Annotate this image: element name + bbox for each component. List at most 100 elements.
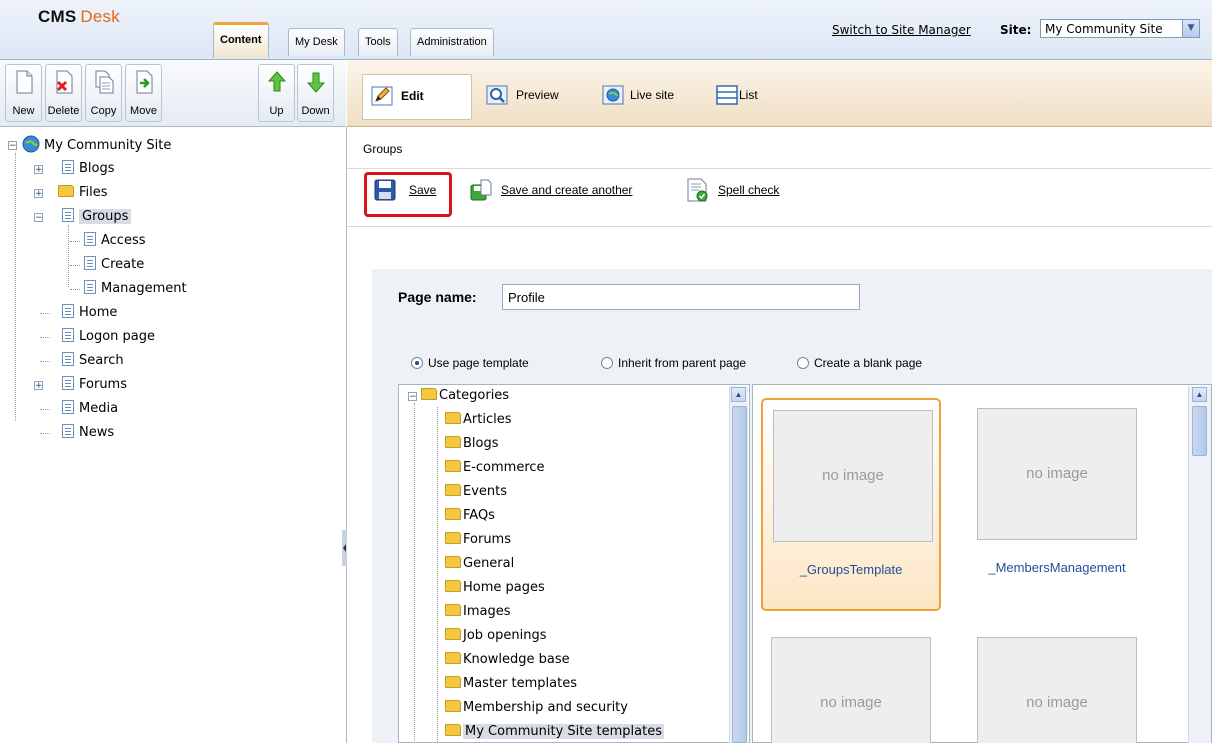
category-item[interactable]: Articles: [445, 408, 511, 432]
save-and-create-another-button[interactable]: Save and create another: [469, 179, 632, 203]
collapse-toggle-icon[interactable]: −: [8, 141, 17, 151]
scroll-up-icon[interactable]: ▲: [731, 387, 746, 402]
tree-item-forums[interactable]: Forums: [62, 375, 127, 395]
live-site-mode-button[interactable]: Live site: [590, 74, 700, 118]
expand-toggle-icon[interactable]: +: [34, 189, 43, 199]
tree-item-search[interactable]: Search: [62, 351, 124, 371]
switch-to-site-manager-link[interactable]: Switch to Site Manager: [832, 23, 971, 37]
list-mode-button[interactable]: List: [704, 74, 794, 118]
template-card-selected[interactable]: no image _GroupsTemplate: [761, 398, 941, 611]
page-name-input[interactable]: [502, 284, 860, 310]
tree-guide-line: [68, 225, 69, 287]
tree-guide-line: [40, 433, 50, 434]
folder-icon: [445, 676, 461, 688]
page-icon: [62, 376, 74, 390]
collapse-toggle-icon[interactable]: −: [408, 392, 417, 402]
preview-mode-button[interactable]: Preview: [474, 74, 584, 118]
tree-guide-line: [70, 241, 80, 242]
category-item[interactable]: Images: [445, 600, 511, 624]
folder-icon: [445, 532, 461, 544]
move-button[interactable]: Move: [125, 64, 162, 122]
down-button[interactable]: Down: [297, 64, 334, 122]
delete-button[interactable]: Delete: [45, 64, 82, 122]
template-thumbnail: no image: [771, 637, 931, 743]
scrollbar-thumb[interactable]: [1192, 406, 1207, 456]
category-root[interactable]: Categories: [421, 385, 509, 408]
template-categories-tree: − Categories Articles Blogs E-commerce E…: [398, 384, 750, 743]
tree-guide-line: [15, 153, 16, 421]
copy-button-label: Copy: [90, 105, 117, 117]
category-item[interactable]: E-commerce: [445, 456, 545, 480]
tree-item-home[interactable]: Home: [62, 303, 117, 323]
chevron-down-icon: ▼: [1182, 20, 1199, 37]
scrollbar-thumb[interactable]: [732, 406, 747, 743]
tab-administration[interactable]: Administration: [410, 28, 494, 56]
tree-guide-line: [40, 361, 50, 362]
breadcrumb: Groups: [363, 142, 403, 156]
folder-icon: [445, 652, 461, 664]
delete-document-icon: [56, 70, 73, 94]
new-button[interactable]: New: [5, 64, 42, 122]
category-item[interactable]: Knowledge base: [445, 648, 570, 672]
tree-item-groups[interactable]: Groups: [62, 207, 132, 227]
scroll-up-icon[interactable]: ▲: [1192, 387, 1207, 402]
folder-icon: [445, 436, 461, 448]
tree-item-blogs[interactable]: Blogs: [62, 159, 115, 179]
category-item[interactable]: General: [445, 552, 514, 576]
templates-scrollbar[interactable]: ▲: [1188, 386, 1211, 743]
folder-icon: [445, 508, 461, 520]
expand-toggle-icon[interactable]: +: [34, 381, 43, 391]
page-icon: [62, 328, 74, 342]
category-item[interactable]: Events: [445, 480, 507, 504]
radio-create-blank-page[interactable]: Create a blank page: [797, 356, 922, 370]
list-icon: [716, 85, 738, 105]
spell-check-button[interactable]: Spell check: [685, 178, 780, 203]
up-button-label: Up: [269, 105, 284, 117]
collapse-toggle-icon[interactable]: −: [34, 213, 43, 223]
page-icon: [62, 160, 74, 174]
category-item-selected[interactable]: My Community Site templates: [445, 720, 664, 742]
spell-check-label: Spell check: [718, 183, 780, 197]
category-item[interactable]: FAQs: [445, 504, 495, 528]
category-item[interactable]: Job openings: [445, 624, 547, 648]
up-button[interactable]: Up: [258, 64, 295, 122]
category-item[interactable]: Blogs: [445, 432, 499, 456]
site-select[interactable]: My Community Site ▼: [1040, 19, 1200, 38]
tree-item-logon-page[interactable]: Logon page: [62, 327, 155, 347]
category-item[interactable]: Home pages: [445, 576, 545, 600]
page-icon: [62, 208, 74, 222]
tab-tools[interactable]: Tools: [358, 28, 398, 56]
template-card[interactable]: no image: [761, 627, 941, 743]
category-item[interactable]: Master templates: [445, 672, 577, 696]
category-item[interactable]: Forums: [445, 528, 511, 552]
expand-toggle-icon[interactable]: +: [34, 165, 43, 175]
copy-button[interactable]: Copy: [85, 64, 122, 122]
folder-icon: [58, 185, 74, 197]
save-highlight-outline: [364, 172, 452, 217]
panel-splitter-handle[interactable]: [342, 530, 347, 566]
tree-item-management[interactable]: Management: [84, 279, 187, 299]
tab-content[interactable]: Content: [213, 22, 269, 58]
live-site-mode-label: Live site: [630, 88, 675, 102]
tree-root-my-community-site[interactable]: My Community Site: [22, 135, 171, 155]
move-button-label: Move: [130, 105, 157, 117]
tree-item-access[interactable]: Access: [84, 231, 146, 251]
tree-item-files[interactable]: Files: [58, 183, 108, 203]
tree-item-media[interactable]: Media: [62, 399, 118, 419]
move-document-icon: [136, 70, 153, 94]
radio-inherit-from-parent[interactable]: Inherit from parent page: [601, 356, 746, 370]
radio-use-page-template[interactable]: Use page template: [411, 356, 529, 370]
tree-item-news[interactable]: News: [62, 423, 114, 443]
preview-magnifier-icon: [486, 85, 508, 105]
tree-guide-line: [70, 289, 80, 290]
template-card[interactable]: no image: [967, 627, 1147, 743]
categories-scrollbar[interactable]: ▲: [729, 386, 748, 743]
tree-item-create[interactable]: Create: [84, 255, 144, 275]
edit-mode-button[interactable]: Edit: [362, 74, 472, 120]
category-item[interactable]: Membership and security: [445, 696, 628, 720]
tab-my-desk[interactable]: My Desk: [288, 28, 345, 56]
folder-icon: [445, 724, 461, 736]
template-card[interactable]: no image _MembersManagement: [967, 398, 1147, 611]
folder-icon: [445, 628, 461, 640]
radio-unselected-icon: [797, 357, 809, 369]
